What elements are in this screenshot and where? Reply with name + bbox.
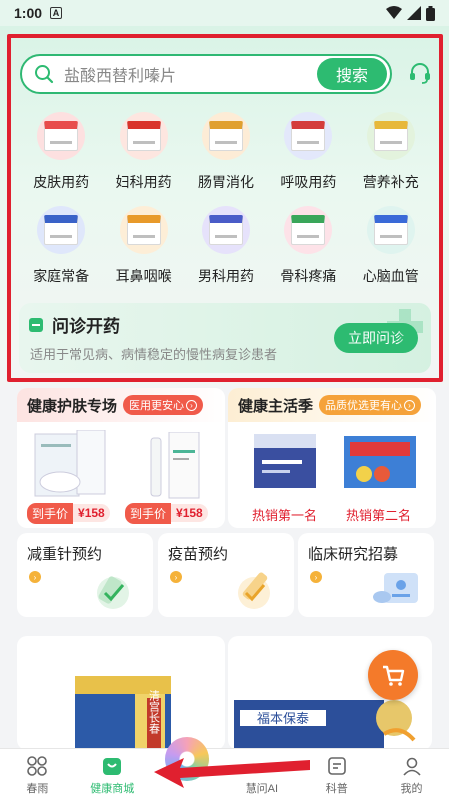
category-grid: 皮肤用药 妇科用药 肠胃消化 呼吸用药 营养补充家庭常备 耳鼻咽喉 男科用药 骨科疼痛 心脑血管 [20, 112, 432, 290]
category-label: 骨科疼痛 [280, 268, 337, 284]
category-label: 皮肤用药 [33, 174, 90, 190]
shopping-bag-icon [103, 758, 122, 775]
consult-subtitle: 适用于常见病、病情稳定的慢性病复诊患者 [30, 347, 278, 362]
promo-skincare[interactable]: 健康护肤专场 医用更安心 › 到手价 ¥158 到手价 ¥158 [17, 388, 225, 528]
service-weightloss[interactable]: 减重针预约 › [17, 533, 153, 617]
arrow-right-icon: › [29, 571, 41, 583]
product-image-box-red[interactable] [342, 432, 418, 494]
product-text-left: 清宫长春 [148, 690, 161, 735]
document-icon [327, 757, 346, 775]
cart-icon [383, 665, 405, 686]
medicine-box-icon [284, 112, 333, 160]
consult-card[interactable]: 问诊开药 适用于常见病、病情稳定的慢性病复诊患者 立即问诊 [19, 303, 431, 373]
consult-title: 问诊开药 [29, 312, 120, 337]
category-item[interactable]: 妇科用药 [102, 112, 184, 196]
cart-button[interactable] [368, 650, 418, 700]
tab-science[interactable]: 科普 [299, 749, 374, 800]
promo-skincare-badge[interactable]: 医用更安心 › [123, 395, 204, 415]
category-label: 呼吸用药 [280, 174, 337, 190]
service-vaccine[interactable]: 疫苗预约 › [158, 533, 294, 617]
product-card-left[interactable]: 清宫长春 [17, 636, 225, 750]
category-item[interactable]: 男科用药 [185, 206, 267, 290]
category-label: 男科用药 [197, 268, 254, 284]
arrow-right-icon: › [310, 571, 322, 583]
syringe-icon [97, 576, 129, 609]
search-input[interactable]: 盐酸西替利嗪片 [64, 62, 317, 86]
medicine-box-icon [37, 206, 86, 254]
battery-icon [426, 5, 435, 21]
medicine-box-icon [119, 112, 168, 160]
service-clinical-trial[interactable]: 临床研究招募 › [298, 533, 434, 617]
category-item[interactable]: 营养补充 [350, 112, 432, 196]
rank-label-1: 热销第一名 [252, 508, 318, 523]
promo-skincare-title: 健康护肤专场 [27, 397, 118, 415]
medicine-box-icon [284, 206, 333, 254]
category-item[interactable]: 骨科疼痛 [267, 206, 349, 290]
promo-health-title: 健康主活季 [238, 397, 314, 415]
category-label: 营养补充 [362, 174, 419, 190]
vaccine-icon [238, 572, 270, 609]
status-bar: 1:00 A [0, 0, 449, 26]
medical-cross-icon [387, 309, 423, 345]
category-item[interactable]: 呼吸用药 [267, 112, 349, 196]
product-image-gel[interactable] [131, 432, 211, 502]
product-image-qinggong: 清宫长春 [75, 676, 171, 750]
notification-icon: A [50, 7, 63, 19]
promo-health-badge[interactable]: 品质优选更有心 › [319, 395, 422, 415]
medicine-box-icon [201, 112, 250, 160]
search-button[interactable]: 搜索 [317, 58, 387, 90]
wifi-icon [386, 6, 402, 19]
medicine-box-icon [366, 112, 415, 160]
signal-icon [407, 6, 421, 20]
category-item[interactable]: 皮肤用药 [20, 112, 102, 196]
tab-profile[interactable]: 我的 [374, 749, 449, 800]
id-card-icon [373, 573, 418, 603]
medicine-box-icon [119, 206, 168, 254]
status-time: 1:00 [14, 5, 43, 21]
grid-icon [27, 756, 48, 776]
tab-center[interactable] [150, 737, 225, 800]
tab-health-mall[interactable]: 健康商城 [75, 749, 150, 800]
medicine-box-icon [37, 112, 86, 160]
category-item[interactable]: 耳鼻咽喉 [102, 206, 184, 290]
category-item[interactable]: 家庭常备 [20, 206, 102, 290]
price-tag-1: 到手价 ¥158 [27, 502, 110, 524]
chevron-right-icon: › [404, 399, 416, 411]
bottom-tab-bar: 春雨 健康商城 慧问AI 科普 我的 [0, 737, 449, 800]
product-image-box-blue[interactable] [252, 432, 320, 494]
chevron-right-icon: › [186, 399, 198, 411]
category-item[interactable]: 肠胃消化 [185, 112, 267, 196]
product-image-mask[interactable] [27, 430, 117, 502]
tab-ai[interactable]: 慧问AI [224, 749, 299, 800]
ai-ball-icon [165, 737, 210, 781]
category-label: 家庭常备 [33, 268, 90, 284]
customer-service-icon[interactable] [408, 61, 432, 85]
medicine-box-icon [201, 206, 250, 254]
user-icon [402, 757, 421, 776]
rank-label-2: 热销第二名 [346, 508, 412, 523]
search-bar[interactable]: 盐酸西替利嗪片 搜索 [20, 54, 392, 94]
promo-health-season[interactable]: 健康主活季 品质优选更有心 › 热销第一名 热销第二名 [228, 388, 436, 528]
category-label: 耳鼻咽喉 [115, 268, 172, 284]
arrow-right-icon: › [170, 571, 182, 583]
medicine-box-icon [29, 317, 43, 332]
product-text-right: 福本保泰 [257, 712, 309, 727]
category-label: 妇科用药 [115, 174, 172, 190]
category-item[interactable]: 心脑血管 [350, 206, 432, 290]
tab-home[interactable]: 春雨 [0, 749, 75, 800]
search-icon [35, 65, 54, 84]
category-label: 心脑血管 [362, 268, 419, 284]
medicine-box-icon [366, 206, 415, 254]
category-label: 肠胃消化 [197, 174, 254, 190]
price-tag-2: 到手价 ¥158 [125, 502, 208, 524]
product-image-fuben: 福本保泰 [234, 700, 416, 750]
